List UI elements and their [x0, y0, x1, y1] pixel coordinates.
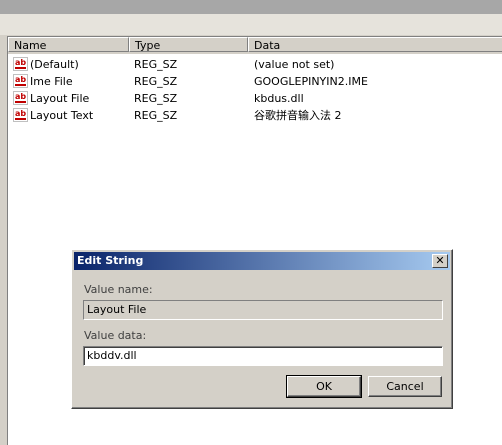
window-top-strip	[0, 0, 502, 14]
value-name-field: Layout File	[83, 300, 443, 320]
value-data: GOOGLEPINYIN2.IME	[254, 75, 368, 88]
pane-top-band	[0, 14, 502, 35]
value-type: REG_SZ	[134, 75, 178, 88]
list-item[interactable]: ab (Default) REG_SZ (value not set)	[8, 56, 502, 73]
value-data: (value not set)	[254, 58, 335, 71]
value-data-label: Value data:	[84, 329, 147, 342]
value-type: REG_SZ	[134, 58, 178, 71]
value-name: Ime File	[30, 75, 73, 88]
string-value-icon: ab	[13, 108, 28, 122]
dialog-title: Edit String	[77, 254, 144, 267]
edit-string-dialog: Edit String ✕ Value name: Layout File Va…	[71, 249, 453, 409]
string-value-icon: ab	[13, 91, 28, 105]
column-header-type[interactable]: Type	[129, 37, 248, 52]
value-data: 谷歌拼音输入法 2	[254, 109, 342, 122]
list-item[interactable]: ab Layout Text REG_SZ 谷歌拼音输入法 2	[8, 107, 502, 124]
value-name: Layout File	[30, 92, 90, 105]
list-item[interactable]: ab Ime File REG_SZ GOOGLEPINYIN2.IME	[8, 73, 502, 90]
column-header-name[interactable]: Name	[8, 37, 129, 52]
list-item[interactable]: ab Layout File REG_SZ kbdus.dll	[8, 90, 502, 107]
value-name: (Default)	[30, 58, 79, 71]
value-name: Layout Text	[30, 109, 94, 122]
value-data: kbdus.dll	[254, 92, 304, 105]
string-value-icon: ab	[13, 74, 28, 88]
value-data-input[interactable]: kbddv.dll	[83, 346, 443, 366]
dialog-titlebar[interactable]: Edit String ✕	[74, 252, 450, 270]
ok-button[interactable]: OK	[286, 375, 362, 398]
value-name-label: Value name:	[84, 283, 153, 296]
column-header-data[interactable]: Data	[248, 37, 502, 52]
value-type: REG_SZ	[134, 92, 178, 105]
string-value-icon: ab	[13, 57, 28, 71]
cancel-button[interactable]: Cancel	[368, 376, 442, 397]
value-type: REG_SZ	[134, 109, 178, 122]
close-icon[interactable]: ✕	[432, 254, 448, 268]
list-header: Name Type Data	[8, 37, 502, 54]
